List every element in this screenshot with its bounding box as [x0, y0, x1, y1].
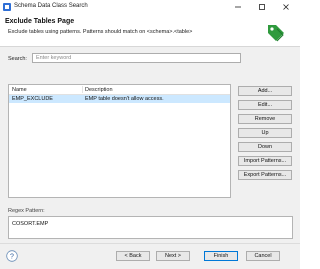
row-name-cell: EMP_EXCLUDE: [12, 96, 53, 102]
dialog-window: Schema Data Class Search Exclude Tables …: [0, 0, 300, 269]
regex-pattern-box: COSORT.EMP: [8, 216, 293, 239]
search-label: Search:: [8, 56, 27, 62]
import-patterns-button[interactable]: Import Patterns...: [238, 156, 292, 166]
page-title: Exclude Tables Page: [5, 18, 75, 25]
column-header-description[interactable]: Description: [85, 87, 113, 93]
tag-icon: [268, 25, 284, 42]
back-button[interactable]: < Back: [116, 251, 150, 261]
close-icon: [283, 4, 289, 10]
window-title: Schema Data Class Search: [14, 3, 88, 9]
svg-text:?: ?: [10, 253, 14, 260]
maximize-button[interactable]: [250, 0, 274, 14]
finish-button[interactable]: Finish: [204, 251, 238, 261]
move-up-button[interactable]: Up: [238, 128, 292, 138]
regex-pattern-value: COSORT.EMP: [12, 221, 49, 227]
cancel-button[interactable]: Cancel: [246, 251, 280, 261]
export-patterns-button[interactable]: Export Patterns...: [238, 170, 292, 180]
minimize-icon: [235, 6, 241, 8]
move-down-button[interactable]: Down: [238, 142, 292, 152]
minimize-button[interactable]: [226, 0, 250, 14]
title-bar: Schema Data Class Search: [0, 0, 300, 14]
edit-button[interactable]: Edit...: [238, 100, 292, 110]
add-button[interactable]: Add...: [238, 86, 292, 96]
page-description: Exclude tables using patterns. Patterns …: [8, 29, 193, 35]
table-row[interactable]: EMP_EXCLUDE EMP table doesn't allow acce…: [9, 95, 230, 103]
column-header-name[interactable]: Name: [12, 87, 27, 93]
search-input[interactable]: [32, 53, 241, 63]
column-divider[interactable]: [82, 86, 83, 93]
remove-button[interactable]: Remove: [238, 114, 292, 124]
button-bar: ? < Back Next > Finish Cancel: [0, 243, 300, 269]
next-button[interactable]: Next >: [156, 251, 190, 261]
help-icon[interactable]: ?: [6, 250, 18, 262]
page-header: Exclude Tables Page Exclude tables using…: [0, 14, 300, 47]
app-icon: [3, 3, 11, 11]
regex-pattern-label: Regex Pattern:: [8, 208, 45, 214]
row-description-cell: EMP table doesn't allow access.: [85, 96, 164, 102]
content-area: Search: Name Description EMP_EXCLUDE EMP…: [0, 47, 300, 243]
exclude-patterns-table[interactable]: Name Description EMP_EXCLUDE EMP table d…: [8, 84, 231, 198]
close-button[interactable]: [274, 0, 298, 14]
table-header: Name Description: [9, 85, 230, 95]
maximize-icon: [259, 4, 265, 10]
